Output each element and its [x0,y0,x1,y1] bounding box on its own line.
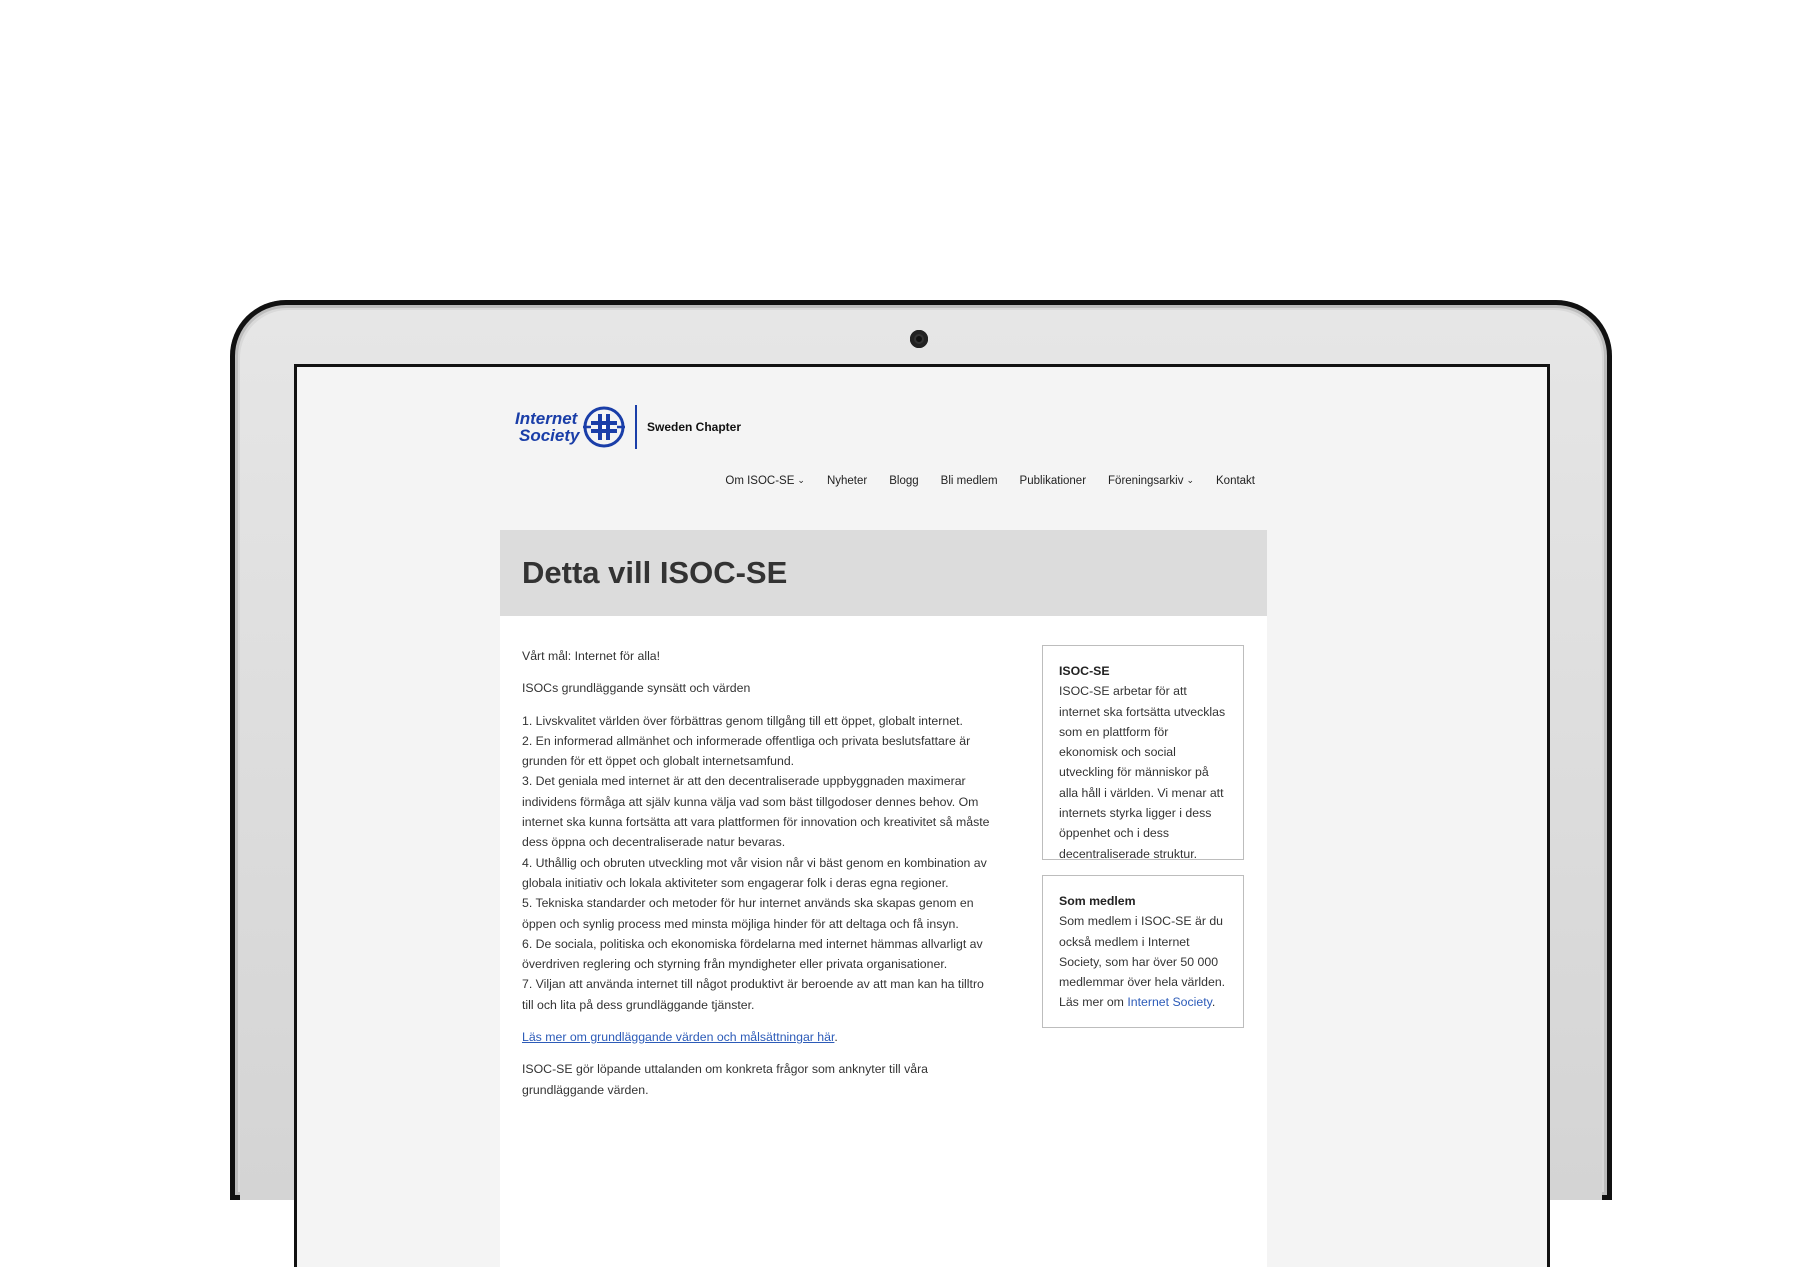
list-item: 6. De sociala, politiska och ekonomiska … [522,936,983,972]
widget-text: Som medlem i ISOC-SE är du också medlem … [1059,911,1227,1012]
widget-text: ISOC-SE arbetar för att internet ska for… [1059,684,1226,861]
laptop-frame: Internet Society Sweden Chapter Om ISOC-… [230,300,1612,1267]
list-item: 5. Tekniska standarder och metoder för h… [522,896,974,931]
chevron-down-icon: ⌄ [797,474,805,485]
title-band: Detta vill ISOC-SE [500,530,1267,616]
page-title: Detta vill ISOC-SE [522,555,788,590]
list-item: 2. En informerad allmänhet och informera… [522,733,971,769]
nav-label: Kontakt [1216,475,1255,487]
camera-icon [910,330,928,348]
list-item: 1. Livskvalitet världen över förbättras … [522,713,963,728]
browser-screen: Internet Society Sweden Chapter Om ISOC-… [294,364,1550,1267]
list-item: 3. Det geniala med internet är att den d… [522,774,990,850]
read-more-link[interactable]: Läs mer om grundläggande värden och måls… [522,1030,834,1044]
nav-label: Föreningsarkiv [1108,475,1184,487]
content-card: Detta vill ISOC-SE Vårt mål: Internet fö… [500,530,1267,1267]
logo-divider [635,405,637,449]
nav-item-publikationer[interactable]: Publikationer [1020,475,1086,487]
sidebar-widget-isoc-se: ISOC-SE ISOC-SE arbetar för att internet… [1042,645,1244,861]
widget-title: ISOC-SE [1059,664,1110,678]
values-list: 1. Livskvalitet världen över förbättras … [522,711,996,1015]
nav-item-om-isoc-se[interactable]: Om ISOC-SE ⌄ [725,474,805,488]
nav-item-nyheter[interactable]: Nyheter [827,475,867,487]
nav-label: Nyheter [826,475,868,487]
nav-label: Publikationer [1019,475,1087,487]
punctuation: . [1211,995,1216,1010]
isoc-globe-icon [583,406,626,448]
site-logo[interactable]: Internet Society Sweden Chapter [515,403,741,451]
nav-label: Blogg [889,475,919,487]
nav-item-bli-medlem[interactable]: Bli medlem [941,475,998,487]
logo-chapter: Sweden Chapter [646,420,742,434]
main-nav: Om ISOC-SE ⌄ Nyheter Blogg Bli medlem Pu… [725,474,1255,488]
chevron-down-icon: ⌄ [1186,474,1194,485]
main-content: Vårt mål: Internet för alla! ISOCs grund… [522,646,996,1112]
internet-society-link[interactable]: Internet Society [1127,995,1212,1009]
logo-line1: Internet [515,409,578,428]
sidebar-widget-som-medlem: Som medlem Som medlem i ISOC-SE är du oc… [1042,875,1244,1028]
nav-item-foreningsarkiv[interactable]: Föreningsarkiv ⌄ [1108,474,1194,488]
site-header: Internet Society Sweden Chapter Om ISOC-… [297,367,1547,517]
logo-wordmark: Internet Society [515,410,579,444]
intro-subheading: ISOCs grundläggande synsätt och värden [522,681,751,696]
nav-item-kontakt[interactable]: Kontakt [1216,475,1255,487]
intro-text: Vårt mål: Internet för alla! [522,649,661,663]
punctuation: . [834,1030,838,1045]
logo-line2: Society [519,426,580,445]
nav-label: Om ISOC-SE [725,475,795,487]
read-more-paragraph: Läs mer om grundläggande värden och måls… [522,1027,996,1047]
nav-item-blogg[interactable]: Blogg [889,475,918,487]
nav-label: Bli medlem [940,475,998,487]
list-item: 7. Viljan att använda internet till någo… [522,977,984,1012]
list-item: 4. Uthållig och obruten utveckling mot v… [522,855,987,890]
outro-text: ISOC-SE gör löpande uttalanden om konkre… [522,1062,929,1097]
widget-title: Som medlem [1059,894,1136,908]
